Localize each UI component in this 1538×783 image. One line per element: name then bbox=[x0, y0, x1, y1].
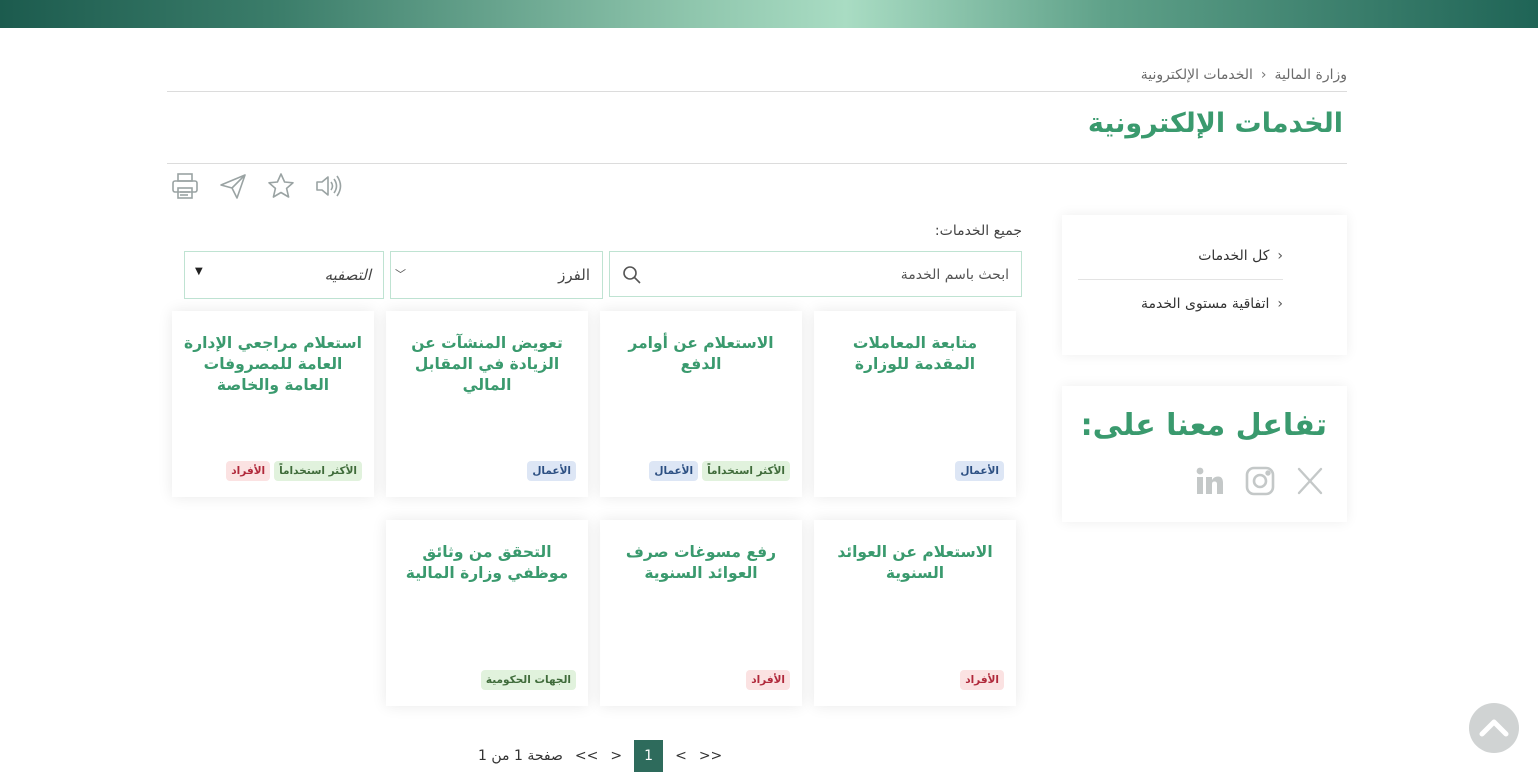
page-container: وزارة المالية ‹ الخدمات الإلكترونية الخد… bbox=[167, 28, 1347, 783]
sidebar-item-sla[interactable]: ‹ اتفاقية مستوى الخدمة bbox=[1078, 281, 1283, 327]
social-title: تفاعل معنا على: bbox=[1080, 408, 1327, 443]
social-icons bbox=[1193, 464, 1327, 498]
tag-badge: الأعمال bbox=[649, 461, 699, 481]
filter-select-value: التصفيه bbox=[324, 266, 371, 284]
page-title: الخدمات الإلكترونية bbox=[1087, 108, 1343, 139]
tag-badge: الأفراد bbox=[960, 670, 1004, 690]
service-card[interactable]: استعلام مراجعي الإدارة العامة للمصروفات … bbox=[172, 311, 374, 497]
service-card-tags: الأفراد bbox=[960, 670, 1004, 690]
send-icon[interactable] bbox=[217, 170, 249, 202]
x-icon[interactable] bbox=[1293, 464, 1327, 498]
service-card[interactable]: تعويض المنشآت عن الزيادة في المقابل الما… bbox=[386, 311, 588, 497]
search-box bbox=[609, 251, 1022, 298]
sidebar-item-all-services[interactable]: ‹ كل الخدمات bbox=[1078, 233, 1283, 280]
chevron-up-icon bbox=[1479, 719, 1509, 737]
sidebar-item-label: اتفاقية مستوى الخدمة bbox=[1140, 296, 1270, 312]
service-card[interactable]: رفع مسوغات صرف العوائد السنوية الأفراد bbox=[600, 520, 802, 706]
breadcrumb: وزارة المالية ‹ الخدمات الإلكترونية bbox=[1141, 64, 1347, 86]
pagination: صفحة 1 من 1 << > 1 < >> bbox=[472, 740, 728, 772]
sort-select-value: الفرز bbox=[558, 266, 590, 284]
sort-select[interactable]: الفرز ﹀ bbox=[390, 251, 603, 299]
print-icon[interactable] bbox=[169, 170, 201, 202]
breadcrumb-home-link[interactable]: وزارة المالية bbox=[1275, 67, 1347, 83]
divider bbox=[167, 91, 1347, 92]
service-card[interactable]: الاستعلام عن أوامر الدفع الأكثر استخداماً… bbox=[600, 311, 802, 497]
tag-badge: الجهات الحكومية bbox=[480, 670, 576, 690]
header-banner bbox=[0, 0, 1538, 28]
service-card-title[interactable]: تعويض المنشآت عن الزيادة في المقابل الما… bbox=[396, 333, 578, 396]
search-input[interactable] bbox=[647, 252, 1011, 298]
search-icon[interactable] bbox=[622, 265, 642, 285]
service-card-title[interactable]: استعلام مراجعي الإدارة العامة للمصروفات … bbox=[182, 333, 364, 396]
pagination-first-button[interactable]: >> bbox=[693, 748, 728, 764]
tag-badge: الأكثر استخداماً bbox=[274, 461, 362, 481]
breadcrumb-separator-icon: ‹ bbox=[1260, 67, 1267, 83]
pagination-info: صفحة 1 من 1 bbox=[478, 748, 563, 764]
chevron-down-icon: ﹀ bbox=[395, 268, 406, 281]
breadcrumb-current: الخدمات الإلكترونية bbox=[1140, 67, 1253, 83]
chevron-left-icon: ‹ bbox=[1277, 296, 1283, 312]
service-card-tags: الجهات الحكومية bbox=[480, 670, 576, 690]
tag-badge: الأفراد bbox=[746, 670, 790, 690]
service-card-title[interactable]: متابعة المعاملات المقدمة للوزارة bbox=[824, 333, 1006, 375]
speaker-icon[interactable] bbox=[313, 170, 345, 202]
tag-badge: الأفراد bbox=[226, 461, 271, 481]
service-card-tags: الأفراد bbox=[746, 670, 790, 690]
section-label: جميع الخدمات: bbox=[934, 223, 1022, 239]
service-card-tags: الأعمال bbox=[527, 461, 576, 481]
service-card-tags: الأكثر استخداماً الأفراد bbox=[226, 461, 362, 481]
linkedin-icon[interactable] bbox=[1193, 464, 1227, 498]
divider bbox=[167, 163, 1347, 164]
chevron-left-icon: ‹ bbox=[1277, 248, 1283, 264]
filter-select[interactable]: التصفيه ▼ bbox=[184, 251, 384, 299]
pagination-last-button[interactable]: << bbox=[569, 748, 604, 764]
page-tools bbox=[169, 170, 345, 202]
tag-badge: الأعمال bbox=[955, 461, 1004, 481]
pagination-prev-button[interactable]: < bbox=[669, 748, 693, 764]
service-card[interactable]: الاستعلام عن العوائد السنوية الأفراد bbox=[814, 520, 1016, 706]
sidebar-nav: ‹ كل الخدمات ‹ اتفاقية مستوى الخدمة bbox=[1062, 215, 1347, 355]
service-card[interactable]: متابعة المعاملات المقدمة للوزارة الأعمال bbox=[814, 311, 1016, 497]
service-card-title[interactable]: الاستعلام عن العوائد السنوية bbox=[824, 542, 1006, 584]
pagination-next-button[interactable]: > bbox=[604, 748, 628, 764]
scroll-to-top-button[interactable] bbox=[1469, 703, 1519, 753]
caret-down-icon: ▼ bbox=[195, 266, 203, 277]
service-card-title[interactable]: الاستعلام عن أوامر الدفع bbox=[610, 333, 792, 375]
service-card-title[interactable]: التحقق من وثائق موظفي وزارة المالية bbox=[396, 542, 578, 584]
service-card[interactable]: التحقق من وثائق موظفي وزارة المالية الجها… bbox=[386, 520, 588, 706]
social-panel: تفاعل معنا على: bbox=[1062, 386, 1347, 522]
tag-badge: الأكثر استخداماً bbox=[702, 461, 790, 481]
service-card-tags: الأكثر استخداماً الأعمال bbox=[649, 461, 790, 481]
instagram-icon[interactable] bbox=[1243, 464, 1277, 498]
service-card-title[interactable]: رفع مسوغات صرف العوائد السنوية bbox=[610, 542, 792, 584]
tag-badge: الأعمال bbox=[527, 461, 576, 481]
sidebar-item-label: كل الخدمات bbox=[1198, 248, 1270, 264]
services-grid: متابعة المعاملات المقدمة للوزارة الأعمال ا… bbox=[167, 311, 1022, 721]
service-card-tags: الأعمال bbox=[955, 461, 1004, 481]
star-icon[interactable] bbox=[265, 170, 297, 202]
pagination-current-page[interactable]: 1 bbox=[634, 740, 664, 772]
